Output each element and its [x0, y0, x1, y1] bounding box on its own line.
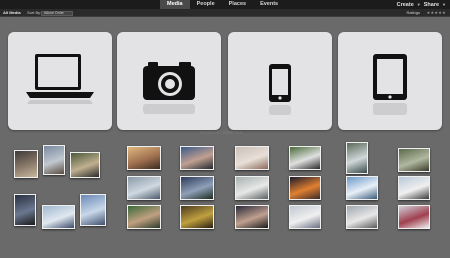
ratings-stars[interactable]: ★★★★★	[427, 9, 446, 17]
tab-events[interactable]: Events	[253, 0, 285, 9]
tab-places[interactable]: Places	[222, 0, 253, 9]
tab-media[interactable]: Media	[160, 0, 190, 9]
app-window: Media People Places Events Create ▼ Shar…	[0, 0, 450, 258]
device-card-phone[interactable]	[228, 32, 332, 130]
photo-campfire[interactable]	[289, 176, 321, 200]
photo-bird-flying[interactable]	[398, 176, 430, 200]
photo-food[interactable]	[180, 205, 214, 229]
share-chevron-down-icon[interactable]: ▼	[442, 2, 446, 7]
device-card-camera[interactable]	[117, 32, 221, 130]
photo-people-sky[interactable]	[42, 205, 75, 229]
photo-airplane[interactable]	[346, 176, 378, 200]
photo-hiking[interactable]	[398, 148, 430, 172]
photo-gull[interactable]	[346, 205, 378, 229]
photo-waterfall[interactable]	[346, 142, 368, 174]
view-tabs: Media People Places Events	[160, 0, 285, 9]
share-button[interactable]: Share	[424, 2, 439, 8]
photo-bike-ride[interactable]	[289, 146, 321, 170]
device-status-label: NO DEVICE CONNECTED	[200, 131, 243, 135]
all-media-button[interactable]: All Media	[3, 9, 21, 17]
photo-sunset[interactable]	[127, 146, 161, 170]
photo-beach-people[interactable]	[235, 176, 269, 200]
photo-cake[interactable]	[398, 205, 430, 229]
phone-icon	[269, 64, 291, 115]
sub-toolbar: All Media Sort By: Album Order Ratings ★…	[0, 9, 450, 17]
sort-by-label: Sort By:	[27, 10, 42, 15]
photo-child-portrait[interactable]	[43, 145, 65, 175]
laptop-icon	[26, 54, 94, 104]
photo-kids-outdoors[interactable]	[70, 152, 100, 178]
create-chevron-down-icon[interactable]: ▼	[417, 2, 421, 7]
photo-friends-night[interactable]	[235, 205, 269, 229]
photo-couple[interactable]	[180, 146, 214, 170]
device-card-tablet[interactable]	[338, 32, 442, 130]
photo-group-outdoors[interactable]	[127, 205, 161, 229]
photo-family-group[interactable]	[14, 150, 38, 178]
photo-trees-sky[interactable]	[180, 176, 214, 200]
device-card-laptop[interactable]	[8, 32, 112, 130]
top-menu-bar: Media People Places Events Create ▼ Shar…	[0, 0, 450, 9]
photo-baby[interactable]	[235, 146, 269, 170]
tab-people[interactable]: People	[190, 0, 222, 9]
photo-beach-walk[interactable]	[289, 205, 321, 229]
tablet-icon	[373, 54, 407, 115]
photo-city-skyline[interactable]	[80, 194, 106, 226]
photo-dark-scene[interactable]	[14, 194, 36, 226]
create-button[interactable]: Create	[397, 2, 414, 8]
right-menu: Create ▼ Share ▼	[397, 0, 446, 9]
ratings-label: Ratings	[406, 10, 420, 15]
photo-water-scene[interactable]	[127, 176, 161, 200]
sort-by-select[interactable]: Album Order	[41, 10, 73, 16]
camera-icon	[143, 62, 195, 114]
